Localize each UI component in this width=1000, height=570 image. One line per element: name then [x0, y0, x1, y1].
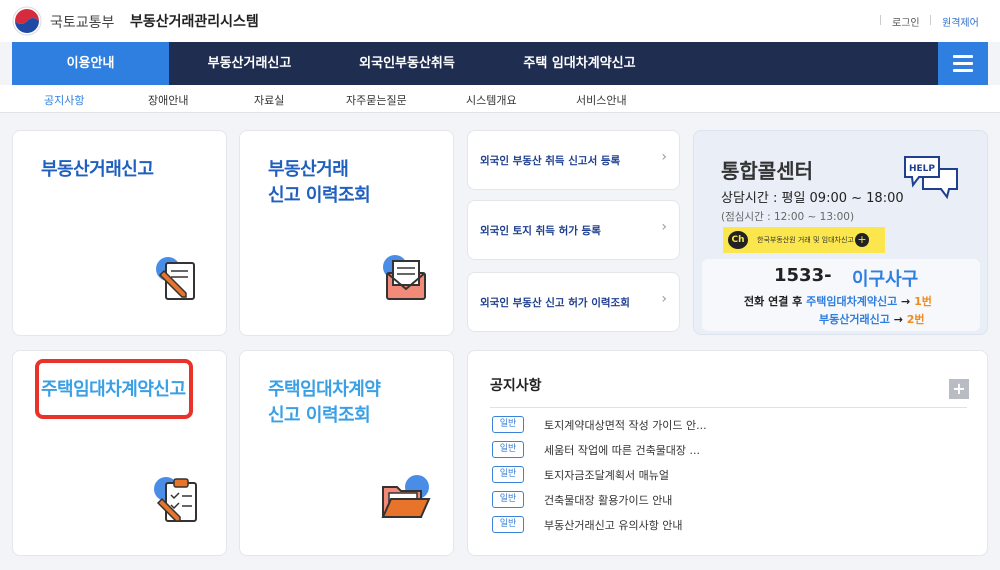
call-center-lunch: (점심시간 : 12:00 ~ 13:00)	[721, 211, 855, 223]
chevron-right-icon: ›	[661, 291, 667, 307]
call-center-hours: 상담시간 : 평일 09:00 ~ 18:00	[721, 191, 904, 206]
help-speech-bubble-icon: HELP	[904, 156, 958, 200]
link-foreign-land-permit[interactable]: 외국인 토지 취득 허가 등록 ›	[467, 200, 680, 260]
subnav-system-overview[interactable]: 시스템개요	[466, 92, 517, 108]
login-link[interactable]: 로그인	[892, 14, 920, 29]
document-pen-icon	[156, 257, 195, 300]
chevron-right-icon: ›	[661, 219, 667, 235]
separator	[880, 15, 881, 25]
subnav-notice[interactable]: 공지사항	[44, 92, 84, 108]
category-badge: 일반	[492, 516, 524, 533]
notice-item-title[interactable]: 부동산거래신고 유의사항 안내	[544, 517, 683, 533]
link-label: 외국인 부동산 신고 허가 이력조회	[480, 297, 630, 309]
plus-icon: +	[855, 233, 869, 247]
category-badge: 일반	[492, 491, 524, 508]
folder-icon	[381, 475, 431, 518]
kakao-channel-icon: Ch	[728, 231, 748, 249]
subnav-faq[interactable]: 자주묻는질문	[346, 92, 407, 108]
separator	[930, 15, 931, 25]
clipboard-checklist-icon	[154, 477, 197, 522]
link-foreign-acquisition-report[interactable]: 외국인 부동산 취득 신고서 등록 ›	[467, 130, 680, 190]
top-bar: 국토교통부 부동산거래관리시스템 로그인 원격제어	[0, 0, 1000, 42]
link-foreign-permit-history[interactable]: 외국인 부동산 신고 허가 이력조회 ›	[467, 272, 680, 332]
help-label: HELP	[909, 164, 935, 174]
notice-item-title[interactable]: 건축물대장 활용가이드 안내	[544, 492, 672, 508]
sub-navigation: 공지사항 장애안내 자료실 자주묻는질문 시스템개요 서비스안내	[0, 85, 1000, 113]
chevron-right-icon: ›	[661, 149, 667, 165]
subnav-library[interactable]: 자료실	[254, 92, 284, 108]
card-real-estate-report[interactable]: 부동산거래신고	[12, 130, 227, 336]
nav-lease-report[interactable]: 주택 임대차계약신고	[497, 42, 662, 85]
category-badge: 일반	[492, 466, 524, 483]
card-title: 주택임대차계약신고	[41, 379, 186, 400]
notice-item-title[interactable]: 토지계약대상면적 작성 가이드 안...	[544, 417, 707, 433]
card-title-line1: 주택임대차계약	[268, 379, 381, 400]
card-lease-report[interactable]: 주택임대차계약신고	[12, 350, 227, 556]
ministry-name: 국토교통부	[50, 15, 115, 31]
call-guide-line2: 부동산거래신고 → 2번	[819, 313, 925, 326]
call-number-panel: 1533- 이구사구 전화 연결 후 주택임대차계약신고 → 1번 부동산거래신…	[702, 259, 980, 331]
subnav-service-guide[interactable]: 서비스안내	[576, 92, 627, 108]
call-guide-line1: 전화 연결 후 주택임대차계약신고 → 1번	[744, 295, 932, 308]
main-navigation: 이용안내 부동산거래신고 외국인부동산취득 주택 임대차계약신고	[12, 42, 988, 85]
card-title-line2: 신고 이력조회	[268, 405, 371, 426]
notice-item-title[interactable]: 토지자금조달계획서 매뉴얼	[544, 467, 669, 483]
notice-item-title[interactable]: 세움터 작업에 따른 건축물대장 ...	[544, 442, 700, 458]
subnav-outage[interactable]: 장애안내	[148, 92, 188, 108]
kakao-channel-button[interactable]: Ch 한국부동산원 거래 및 임대차신고 +	[723, 227, 885, 253]
notice-title: 공지사항	[490, 378, 542, 394]
card-lease-history[interactable]: 주택임대차계약 신고 이력조회	[239, 350, 454, 556]
government-emblem-logo[interactable]	[12, 6, 42, 36]
kakao-channel-text: 한국부동산원 거래 및 임대차신고	[757, 236, 854, 244]
hamburger-menu-button[interactable]	[938, 42, 988, 85]
nav-foreigner-acquisition[interactable]: 외국인부동산취득	[342, 42, 472, 85]
link-label: 외국인 부동산 취득 신고서 등록	[480, 155, 621, 167]
nav-real-estate-report[interactable]: 부동산거래신고	[182, 42, 317, 85]
card-report-history[interactable]: 부동산거래 신고 이력조회	[239, 130, 454, 336]
hamburger-icon	[953, 55, 973, 58]
link-label: 외국인 토지 취득 허가 등록	[480, 225, 601, 237]
card-title-line2: 신고 이력조회	[268, 185, 371, 206]
divider	[490, 407, 967, 408]
call-center-title: 통합콜센터	[721, 159, 813, 183]
category-badge: 일반	[492, 441, 524, 458]
call-number-korean: 이구사구	[852, 269, 919, 290]
card-title-line1: 부동산거래	[268, 159, 349, 180]
envelope-letter-icon	[383, 255, 426, 300]
call-number: 1533-	[774, 265, 832, 286]
notice-more-button[interactable]: +	[949, 379, 969, 399]
remote-control-link[interactable]: 원격제어	[942, 14, 979, 29]
category-badge: 일반	[492, 416, 524, 433]
nav-usage-guide[interactable]: 이용안내	[12, 42, 169, 85]
call-center-panel: 통합콜센터 상담시간 : 평일 09:00 ~ 18:00 (점심시간 : 12…	[693, 130, 988, 335]
system-name[interactable]: 부동산거래관리시스템	[130, 11, 259, 31]
card-title: 부동산거래신고	[41, 159, 154, 180]
notice-board: 공지사항 + 일반 토지계약대상면적 작성 가이드 안... 일반 세움터 작업…	[467, 350, 988, 556]
